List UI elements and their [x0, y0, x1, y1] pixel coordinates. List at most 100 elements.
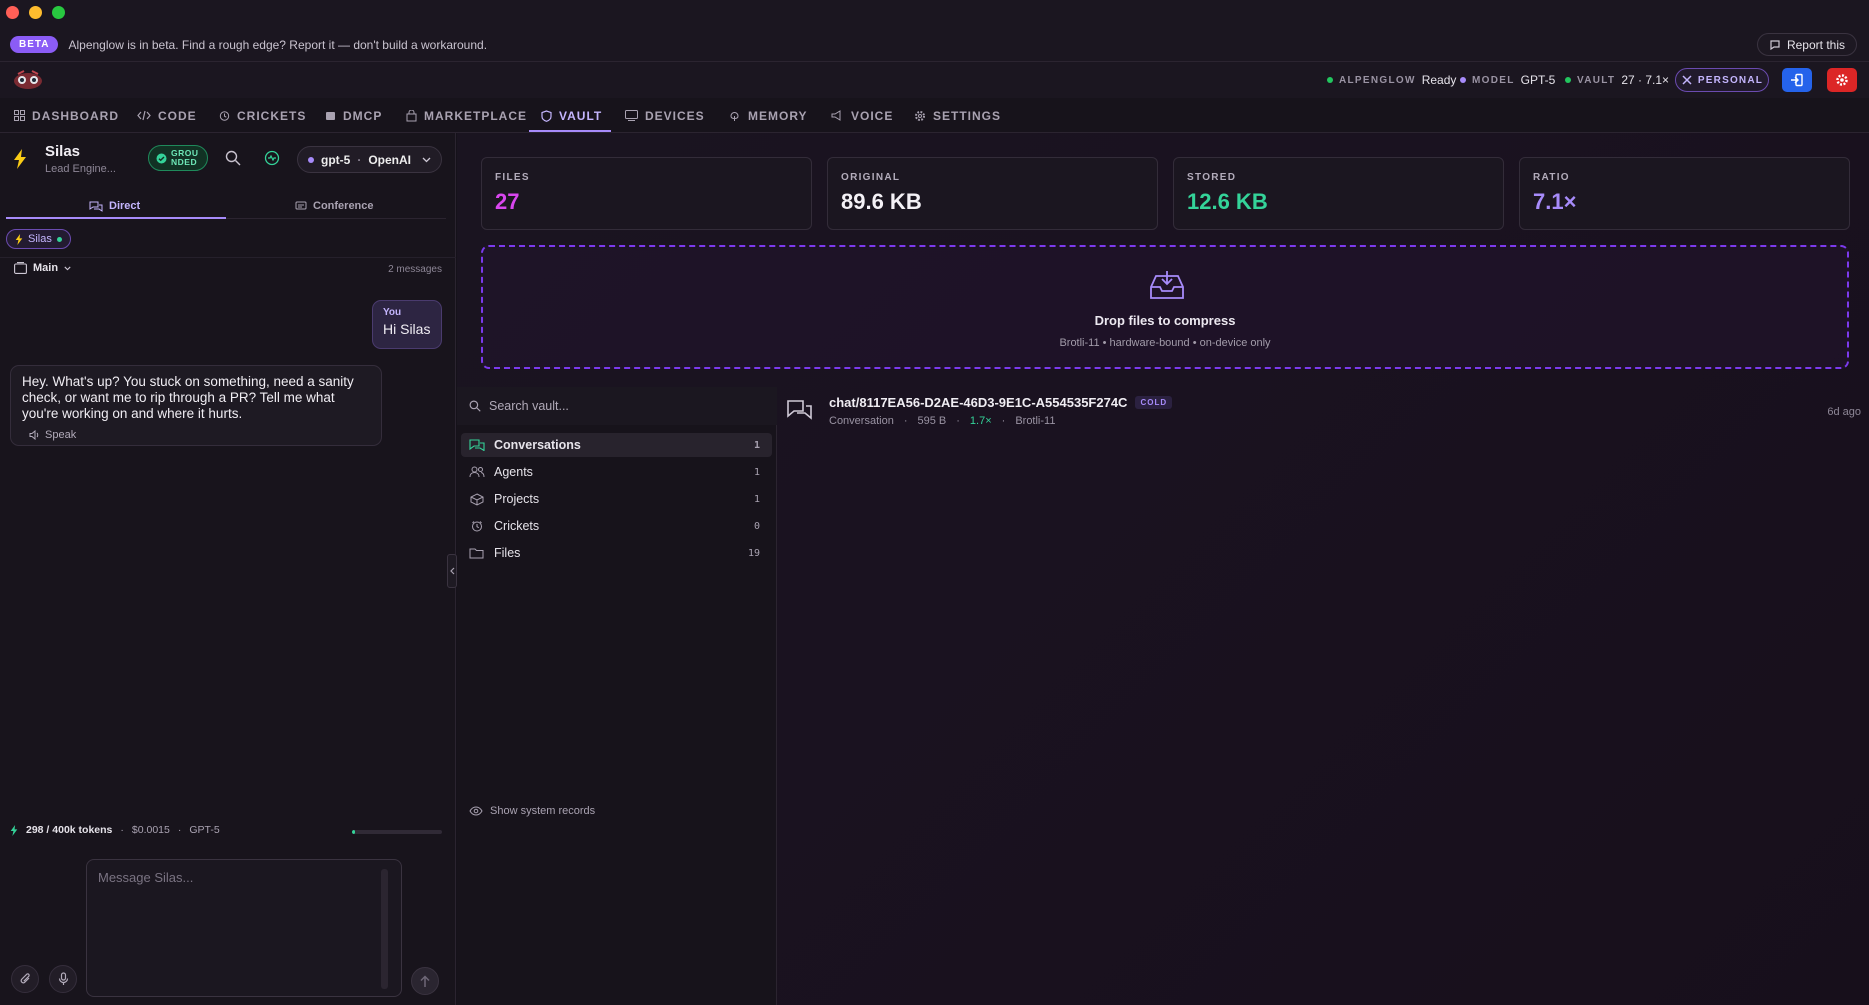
tools-icon	[1682, 75, 1692, 85]
separator-dot: ·	[120, 824, 124, 836]
nav-dmcp[interactable]: DMCP	[325, 98, 382, 133]
panel-collapse-handle[interactable]	[447, 554, 457, 588]
window-title-bar	[0, 0, 1869, 28]
main-nav: DASHBOARD CODE CRICKETS DMCP MARKETPLACE…	[0, 98, 1869, 133]
model-label: MODEL	[1472, 74, 1515, 86]
stat-ratio: RATIO 7.1×	[1519, 157, 1850, 230]
stat-original: ORIGINAL 89.6 KB	[827, 157, 1158, 230]
lightning-icon	[10, 824, 18, 836]
separator-dot: ·	[357, 152, 362, 167]
settings-button[interactable]	[1827, 68, 1857, 92]
check-icon	[156, 153, 167, 163]
login-icon	[1791, 73, 1803, 87]
assistant-message: Hey. What's up? You stuck on something, …	[10, 365, 382, 446]
dropzone-subtitle: Brotli-11 • hardware-bound • on-device o…	[1059, 337, 1271, 349]
record-type: Conversation	[829, 415, 894, 427]
tab-direct[interactable]: Direct	[89, 193, 140, 219]
thread-selector[interactable]: Main	[14, 262, 71, 274]
show-system-records-toggle[interactable]: Show system records	[469, 805, 595, 817]
vault-label: VAULT	[1577, 74, 1616, 86]
close-window-button[interactable]	[6, 6, 19, 19]
app-logo[interactable]	[12, 69, 44, 91]
attach-button[interactable]	[11, 965, 39, 993]
model-select[interactable]: gpt-5 · OpenAI	[297, 146, 442, 173]
app-header: ALPENGLOW Ready MODEL GPT-5 VAULT 27 · 7…	[0, 62, 1869, 98]
grounding-toggle-button[interactable]	[264, 150, 280, 166]
model-value: GPT-5	[1520, 73, 1556, 87]
usage-model: GPT-5	[189, 824, 220, 836]
vault-dot-icon	[1565, 77, 1571, 83]
category-agents[interactable]: Agents 1	[461, 460, 772, 484]
folder-icon	[14, 262, 27, 274]
arrow-up-icon	[420, 974, 430, 987]
token-count: 298 / 400k tokens	[26, 824, 113, 836]
personal-mode-button[interactable]: PERSONAL	[1675, 68, 1769, 92]
message-input[interactable]	[86, 859, 402, 997]
nav-code[interactable]: CODE	[137, 98, 197, 133]
speak-label: Speak	[45, 429, 77, 441]
grounded-badge[interactable]: GROU NDED	[148, 145, 208, 171]
speak-button[interactable]: Speak	[29, 427, 370, 443]
separator-dot: ·	[1001, 415, 1006, 427]
send-button[interactable]	[411, 967, 439, 995]
projects-icon	[470, 492, 484, 506]
lightning-icon	[15, 233, 23, 245]
category-count: 1	[753, 439, 760, 451]
nav-memory[interactable]: MEMORY	[728, 98, 808, 133]
separator-dot: ·	[903, 415, 908, 427]
chevron-down-icon	[64, 266, 71, 270]
category-conversations[interactable]: Conversations 1	[461, 433, 772, 457]
report-this-button[interactable]: Report this	[1756, 33, 1857, 56]
record-time: 6d ago	[1827, 406, 1861, 418]
nav-settings[interactable]: SETTINGS	[914, 98, 1001, 133]
cold-badge: COLD	[1135, 396, 1173, 409]
model-dot-icon	[308, 156, 314, 163]
category-count: 1	[753, 493, 760, 505]
message-text: Hi Silas	[383, 321, 431, 337]
microphone-button[interactable]	[49, 965, 77, 993]
category-projects[interactable]: Projects 1	[461, 487, 772, 511]
model-status: MODEL GPT-5	[1460, 62, 1555, 98]
nav-marketplace[interactable]: MARKETPLACE	[406, 98, 527, 133]
category-label: Agents	[494, 465, 533, 479]
nav-label: DASHBOARD	[32, 108, 119, 123]
grounded-line-2: NDED	[171, 157, 198, 167]
gear-icon	[1836, 74, 1848, 86]
vault-record[interactable]: chat/8117EA56-D2AE-46D3-9E1C-A554535F274…	[786, 395, 1861, 437]
model-name: gpt-5	[321, 152, 351, 167]
conversations-icon	[469, 439, 485, 451]
microphone-icon	[58, 972, 68, 985]
agent-chip[interactable]: Silas	[6, 229, 71, 249]
category-files[interactable]: Files 19	[461, 541, 772, 565]
minimize-window-button[interactable]	[29, 6, 42, 19]
category-count: 19	[747, 547, 760, 559]
nav-label: CODE	[158, 108, 197, 123]
record-name: chat/8117EA56-D2AE-46D3-9E1C-A554535F274…	[829, 395, 1128, 410]
file-dropzone[interactable]: Drop files to compress Brotli-11 • hardw…	[481, 245, 1849, 369]
chevron-left-icon	[449, 567, 454, 575]
category-label: Files	[494, 546, 521, 560]
vault-search-input[interactable]	[489, 399, 749, 413]
nav-label: DMCP	[343, 108, 383, 123]
nav-vault[interactable]: VAULT	[541, 98, 602, 133]
maximize-window-button[interactable]	[52, 6, 65, 19]
record-ratio: 1.7×	[969, 415, 992, 427]
nav-devices[interactable]: DEVICES	[625, 98, 705, 133]
record-title: chat/8117EA56-D2AE-46D3-9E1C-A554535F274…	[829, 395, 1173, 410]
token-usage: 298 / 400k tokens · $0.0015 · GPT-5	[10, 824, 220, 836]
separator-dot: ·	[177, 824, 182, 836]
nav-voice[interactable]: VOICE	[831, 98, 893, 133]
category-crickets[interactable]: Crickets 0	[461, 514, 772, 538]
sign-in-button[interactable]	[1782, 68, 1812, 92]
record-codec: Brotli-11	[1015, 415, 1056, 427]
chat-panel: Silas Lead Engine... GROU NDED gpt-5 · Op…	[0, 133, 457, 1005]
search-icon	[469, 400, 481, 412]
nav-crickets[interactable]: CRICKETS	[219, 98, 306, 133]
search-chat-button[interactable]	[225, 150, 241, 166]
files-icon	[469, 548, 484, 559]
tab-conference[interactable]: Conference	[295, 193, 374, 219]
online-dot-icon	[56, 236, 62, 242]
nav-dashboard[interactable]: DASHBOARD	[14, 98, 119, 133]
message-input-scrollbar[interactable]	[381, 869, 388, 989]
status-label: ALPENGLOW	[1339, 74, 1416, 86]
